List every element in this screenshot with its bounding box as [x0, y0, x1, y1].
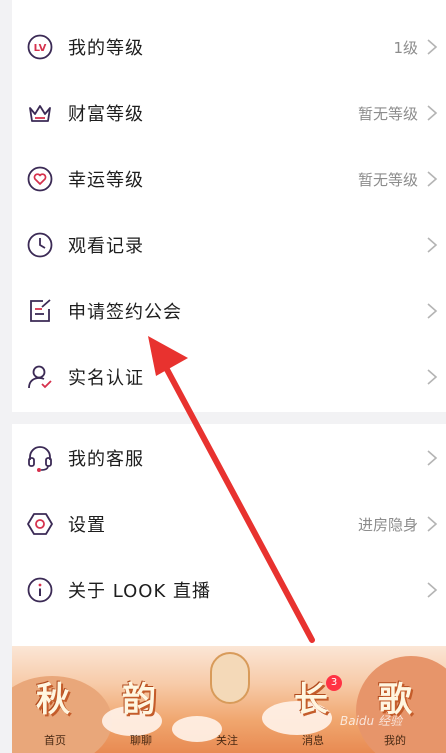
menu-item-label: 实名认证 — [68, 368, 144, 389]
settings-icon — [26, 510, 54, 538]
chevron-right-icon — [424, 37, 440, 57]
menu-item-real-name-verify[interactable]: 实名认证 — [12, 344, 446, 410]
tab-follow[interactable]: 关注 — [216, 732, 238, 748]
chevron-right-icon — [424, 367, 440, 387]
tab-messages[interactable]: 消息 — [302, 732, 324, 748]
menu-item-wealth-level[interactable]: 财富等级 暂无等级 — [12, 80, 446, 146]
menu-item-apply-guild[interactable]: 申请签约公会 — [12, 278, 446, 344]
chevron-right-icon — [424, 103, 440, 123]
chevron-right-icon — [424, 169, 440, 189]
svg-text:LV: LV — [34, 43, 47, 54]
cloud-decoration — [172, 716, 222, 742]
banner-char: 韵 — [122, 680, 156, 720]
chevron-right-icon — [424, 235, 440, 255]
level-icon: LV — [26, 33, 54, 61]
chevron-right-icon — [424, 580, 440, 600]
chevron-right-icon — [424, 448, 440, 468]
menu-item-label: 我的等级 — [68, 38, 144, 59]
watermark: Baidu 经验 — [340, 714, 402, 728]
settings-card-top: LV 我的等级 1级 财富等级 暂无等级 幸运等级 暂无等级 观看记录 申请签约… — [12, 0, 446, 412]
menu-item-about[interactable]: 关于 LOOK 直播 — [12, 557, 446, 623]
menu-item-settings[interactable]: 设置 进房隐身 — [12, 491, 446, 557]
tab-mine[interactable]: 我的 — [384, 732, 406, 748]
menu-item-label: 幸运等级 — [68, 170, 144, 191]
follow-center-icon[interactable] — [210, 652, 250, 704]
banner-char: 秋 — [36, 680, 70, 720]
menu-item-luck-level[interactable]: 幸运等级 暂无等级 — [12, 146, 446, 212]
heart-icon — [26, 165, 54, 193]
info-icon — [26, 576, 54, 604]
clock-icon — [26, 231, 54, 259]
menu-item-label: 设置 — [68, 515, 106, 536]
menu-item-my-level[interactable]: LV 我的等级 1级 — [12, 14, 446, 80]
tab-home[interactable]: 首页 — [44, 732, 66, 748]
menu-item-label: 财富等级 — [68, 104, 144, 125]
edit-icon — [26, 297, 54, 325]
menu-item-label: 关于 LOOK 直播 — [68, 581, 211, 602]
menu-item-value: 1级 — [393, 38, 418, 57]
menu-item-label: 申请签约公会 — [68, 302, 182, 323]
menu-item-label: 观看记录 — [68, 236, 144, 257]
headset-icon — [26, 444, 54, 472]
tab-chat[interactable]: 聊聊 — [130, 732, 152, 748]
menu-item-customer-service[interactable]: 我的客服 — [12, 425, 446, 491]
chevron-right-icon — [424, 514, 440, 534]
user-verify-icon — [26, 363, 54, 391]
settings-card-bottom: 我的客服 设置 进房隐身 关于 LOOK 直播 — [12, 424, 446, 646]
menu-item-label: 我的客服 — [68, 449, 144, 470]
chevron-right-icon — [424, 301, 440, 321]
menu-item-value: 进房隐身 — [357, 515, 418, 534]
menu-item-value: 暂无等级 — [357, 170, 418, 189]
festival-tab-bar: 秋 韵 长 歌 首页 聊聊 关注 消息 我的 — [12, 646, 446, 753]
menu-item-watch-history[interactable]: 观看记录 — [12, 212, 446, 278]
message-count-badge: 3 — [326, 675, 342, 691]
menu-item-value: 暂无等级 — [357, 104, 418, 123]
banner-char: 长 — [294, 680, 328, 720]
crown-icon — [26, 99, 54, 127]
